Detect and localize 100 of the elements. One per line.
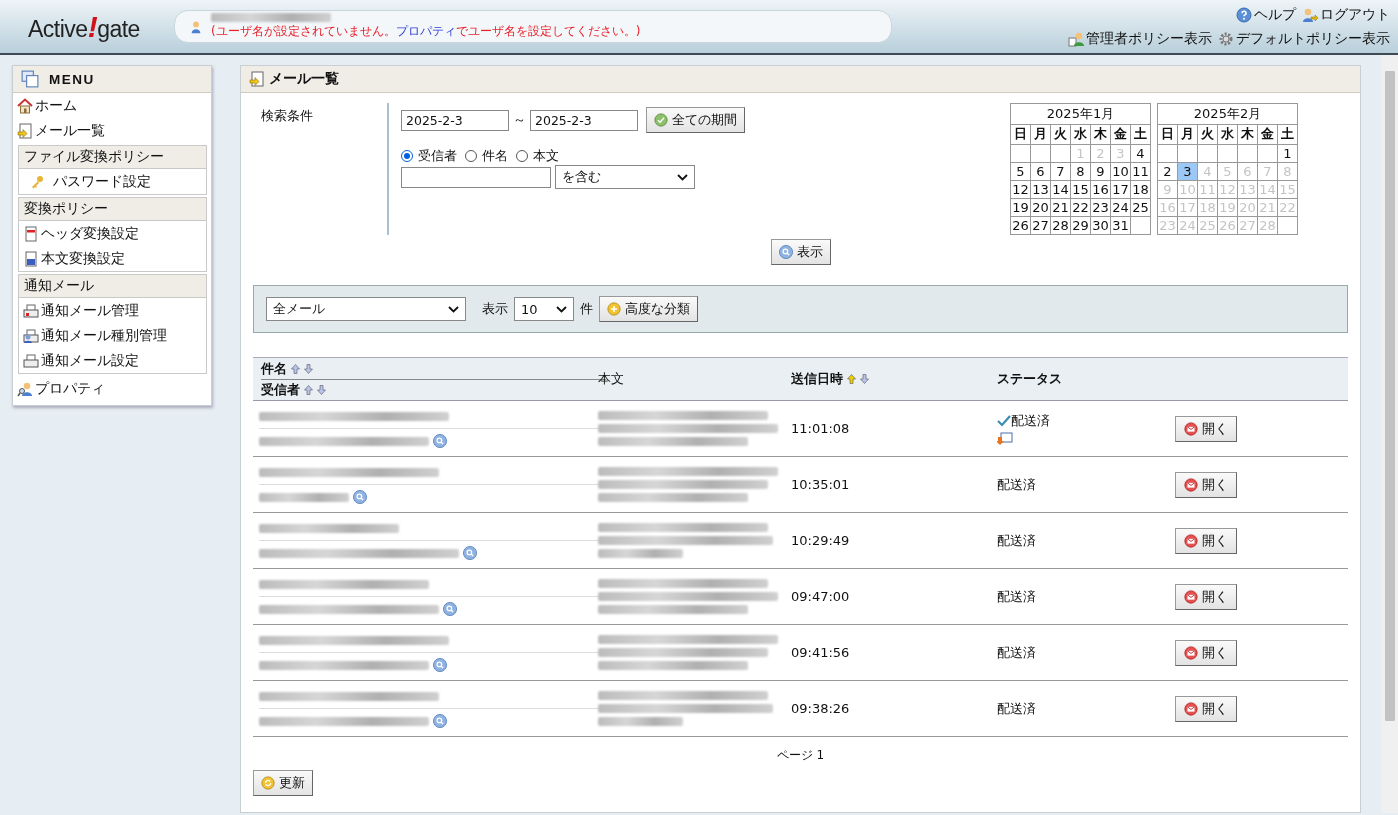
menu-item[interactable]: ヘッダ変換設定 [41,224,139,243]
show-button[interactable]: 表示 [770,239,831,265]
sort-up-icon[interactable] [291,363,300,374]
search-icon[interactable] [433,714,447,728]
all-period-button[interactable]: 全ての期間 [646,107,745,133]
header-link[interactable]: ヘルプ [1254,5,1296,24]
header-link[interactable]: 管理者ポリシー表示 [1086,29,1212,48]
header-link[interactable]: ログアウト [1320,5,1390,24]
column-header: ステータス [997,371,1062,386]
search-text-field[interactable] [401,166,551,188]
column-header: 本文 [598,371,624,386]
refresh-icon [261,776,275,790]
panel-title: メール一覧 [269,70,339,88]
menu-item[interactable]: 通知メール設定 [41,351,139,370]
search-label: 検索条件 [261,108,313,123]
menu-item[interactable]: プロパティ [35,379,105,398]
search-icon[interactable] [778,245,793,259]
user-icon [189,19,203,34]
windows-icon [21,70,39,88]
sent-time: 10:29:49 [791,533,850,548]
document-icon [23,225,39,242]
sort-up-icon[interactable] [847,374,856,384]
scrollbar[interactable] [1381,55,1398,813]
check-circle-icon [654,113,668,127]
menu-item[interactable]: 通知メール管理 [41,301,139,320]
mail-circle-icon [1184,477,1198,492]
count-select[interactable]: 10 [514,297,574,321]
sort-up-icon[interactable] [304,384,313,395]
status-text: 配送済 [997,587,1036,606]
sent-time: 09:47:00 [791,589,850,604]
user-arrow-icon [1302,6,1318,23]
home-icon [17,97,33,114]
status-text: 配送済 [997,531,1036,550]
open-button[interactable]: 開く [1175,415,1237,442]
column-header[interactable]: 送信日時 [791,370,843,388]
refresh-button[interactable]: 更新 [253,770,313,796]
dropdown-caret-icon [448,305,459,313]
search-icon[interactable] [433,658,447,672]
folder-select[interactable]: 全メール [266,297,466,321]
gear-icon [1218,30,1234,47]
printer-icon [23,327,39,344]
mail-circle-icon [1184,645,1198,660]
radio-option[interactable]: 本文 [516,147,559,165]
radio-option[interactable]: 件名 [465,147,508,165]
search-icon[interactable] [433,434,447,448]
user-search-icon [17,380,33,397]
open-button[interactable]: 開く [1175,471,1237,498]
menu-item[interactable]: 通知メール種別管理 [41,326,167,345]
open-button[interactable]: 開く [1175,695,1237,722]
date-from-field[interactable]: 2025-2-3 [401,109,509,131]
sort-down-icon[interactable] [317,384,326,395]
open-button[interactable]: 開く [1175,639,1237,666]
status-text: 配送済 [997,475,1036,494]
menu-group-title: ファイル変換ポリシー [19,146,206,169]
date-to-field[interactable]: 2025-2-3 [530,109,638,131]
count-unit: 件 [580,300,593,318]
menu-group-title: 通知メール [19,275,206,298]
page-indicator: ページ 1 [776,748,825,762]
mail-circle-icon [1184,589,1198,604]
open-button[interactable]: 開く [1175,583,1237,610]
user-document-icon [1068,30,1084,47]
range-separator: ～ [513,111,526,129]
sent-time: 10:35:01 [791,477,850,492]
sort-down-icon[interactable] [860,374,869,384]
search-icon[interactable] [463,546,477,560]
status-text: 配送済 [1011,411,1050,430]
search-icon[interactable] [443,602,457,616]
menu-item[interactable]: メール一覧 [35,121,105,140]
status-text: 配送済 [997,699,1036,718]
sort-down-icon[interactable] [304,363,313,374]
column-header[interactable]: 件名 [261,359,287,378]
menu-title: MENU [49,71,95,87]
dropdown-caret-icon [677,173,688,181]
user-notice: (ユーザ名が設定されていません。プロパティでユーザ名を設定してください。) [211,23,641,40]
help-icon [1236,6,1252,23]
logo: Active!gate [28,9,141,44]
printer-icon [23,302,39,319]
menu-item[interactable]: 本文変換設定 [41,249,125,268]
mail-circle-icon [1184,533,1198,548]
search-icon[interactable] [353,490,367,504]
month-calendar: 2025年1月 日 月 火 水 木 金 土 1 2 3 4 5 6 7 8 9 10 11 12 13 14 15 16 17 18 19 20 21 22 23 24 25 26 27 28 29 30 31 [1010,103,1151,235]
printer-icon [23,352,39,369]
menu-group-title: 変換ポリシー [19,198,206,221]
column-header[interactable]: 受信者 [261,380,300,399]
open-button[interactable]: 開く [1175,527,1237,554]
menu-item[interactable]: ホーム [35,96,77,115]
property-link[interactable]: プロパティ [395,24,456,38]
sent-time: 11:01:08 [791,421,850,436]
mail-circle-icon [1184,701,1198,716]
show-label: 表示 [482,300,508,318]
header-link[interactable]: デフォルトポリシー表示 [1236,29,1390,48]
radio-option[interactable]: 受信者 [401,147,457,165]
sent-time: 09:41:56 [791,645,850,660]
plus-circle-icon [607,302,621,316]
menu-item[interactable]: パスワード設定 [53,172,151,191]
mail-circle-icon [1184,421,1198,436]
month-calendar: 2025年2月 日 月 火 水 木 金 土 1 2 3 4 5 6 7 8 9 10 11 12 13 14 15 16 17 18 19 20 21 22 23 24 25 26 27 28 [1157,103,1298,235]
sent-time: 09:38:26 [791,701,850,716]
advanced-filter-button[interactable]: 高度な分類 [599,296,698,322]
match-select[interactable]: を含む [555,165,695,189]
